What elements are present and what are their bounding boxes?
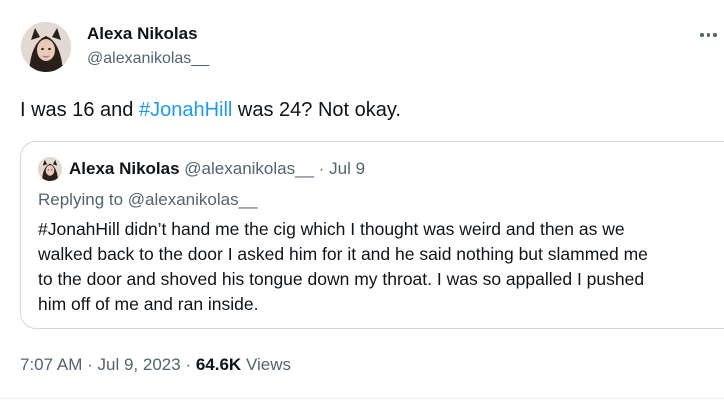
- avatar[interactable]: [21, 22, 71, 72]
- hashtag-link[interactable]: #JonahHill: [139, 99, 232, 121]
- divider: [0, 398, 724, 399]
- quoted-separator: ·: [318, 159, 325, 178]
- meta-separator: ·: [87, 355, 93, 374]
- quoted-avatar[interactable]: [38, 157, 62, 181]
- tweet-text-after: was 24? Not okay.: [232, 99, 401, 121]
- tweet-time[interactable]: 7:07 AM: [20, 355, 82, 374]
- tweet-date[interactable]: Jul 9, 2023: [98, 355, 181, 374]
- tweet-text-before: I was 16 and: [20, 99, 139, 121]
- views-label: Views: [245, 355, 291, 374]
- tweet-meta: 7:07 AM · Jul 9, 2023 · 64.6K Views: [20, 355, 291, 375]
- more-horizontal-icon[interactable]: [700, 26, 724, 44]
- meta-separator: ·: [185, 355, 192, 374]
- quoted-author-handle[interactable]: @alexanikolas__: [184, 159, 314, 178]
- quoted-replying-to: Replying to @alexanikolas__: [38, 190, 258, 209]
- more-dot: [713, 33, 717, 37]
- author-handle[interactable]: @alexanikolas__: [87, 50, 209, 68]
- tweet-text: I was 16 and #JonahHill was 24? Not okay…: [20, 97, 401, 123]
- quoted-header: Alexa Nikolas @alexanikolas__ · Jul 9: [69, 159, 365, 179]
- views-count: 64.6K: [195, 355, 242, 374]
- quoted-author-name[interactable]: Alexa Nikolas: [69, 159, 180, 178]
- quoted-body: #JonahHill didn’t hand me the cig which …: [38, 219, 648, 314]
- more-dot: [706, 33, 710, 37]
- more-dot: [700, 33, 704, 37]
- tweet: Alexa Nikolas @alexanikolas__ I was 16 a…: [0, 0, 724, 400]
- quoted-tweet-card[interactable]: Alexa Nikolas @alexanikolas__ · Jul 9 Re…: [20, 141, 724, 329]
- quoted-date[interactable]: Jul 9: [329, 159, 365, 178]
- author-name[interactable]: Alexa Nikolas: [87, 24, 198, 44]
